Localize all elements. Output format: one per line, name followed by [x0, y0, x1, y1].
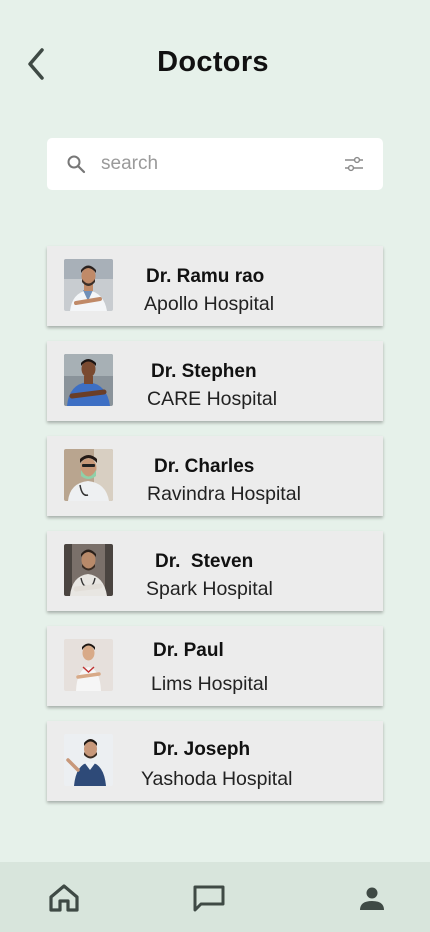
doctor-photo — [64, 544, 113, 596]
doctor-card[interactable]: Dr. Joseph Yashoda Hospital — [47, 721, 383, 801]
search-icon — [65, 153, 87, 175]
doctor-card[interactable]: Dr. Stephen CARE Hospital — [47, 341, 383, 421]
doctor-photo — [64, 734, 113, 786]
nav-messages[interactable] — [189, 880, 229, 916]
doctor-photo — [64, 259, 113, 311]
user-icon — [360, 887, 384, 910]
doctor-card[interactable]: Dr. Charles Ravindra Hospital — [47, 436, 383, 516]
page-title: Doctors — [157, 46, 269, 78]
doctor-hospital: Yashoda Hospital — [141, 768, 293, 790]
doctor-list: Dr. Ramu rao Apollo Hospital Dr. Stephen… — [47, 246, 383, 816]
filter-sliders-icon[interactable] — [343, 153, 365, 175]
doctor-card[interactable]: Dr. Steven Spark Hospital — [47, 531, 383, 611]
doctor-photo — [64, 354, 113, 406]
doctor-name: Dr. Paul — [153, 640, 224, 661]
doctor-hospital: Apollo Hospital — [144, 293, 275, 315]
doctor-card[interactable]: Dr. Ramu rao Apollo Hospital — [47, 246, 383, 326]
doctor-hospital: Lims Hospital — [151, 673, 269, 695]
nav-home[interactable] — [44, 880, 84, 916]
doctor-name: Dr. Charles — [154, 456, 255, 477]
home-icon — [49, 884, 79, 912]
chat-bubble-icon — [193, 885, 225, 912]
doctor-hospital: Ravindra Hospital — [147, 483, 301, 505]
doctor-photo — [64, 449, 113, 501]
doctor-name: Dr. Ramu rao — [146, 266, 265, 287]
search-input[interactable] — [101, 153, 331, 175]
doctor-photo — [64, 639, 113, 691]
doctor-hospital: Spark Hospital — [146, 578, 273, 600]
doctor-card[interactable]: Dr. Paul Lims Hospital — [47, 626, 383, 706]
doctor-name: Dr. Joseph — [153, 739, 251, 760]
doctor-name: Dr. Steven — [155, 551, 254, 572]
bottom-nav — [0, 862, 430, 932]
doctor-hospital: CARE Hospital — [147, 388, 278, 410]
nav-profile[interactable] — [352, 880, 392, 916]
header: Doctors — [0, 0, 430, 130]
doctor-name: Dr. Stephen — [151, 361, 257, 382]
search-bar[interactable] — [47, 138, 383, 190]
